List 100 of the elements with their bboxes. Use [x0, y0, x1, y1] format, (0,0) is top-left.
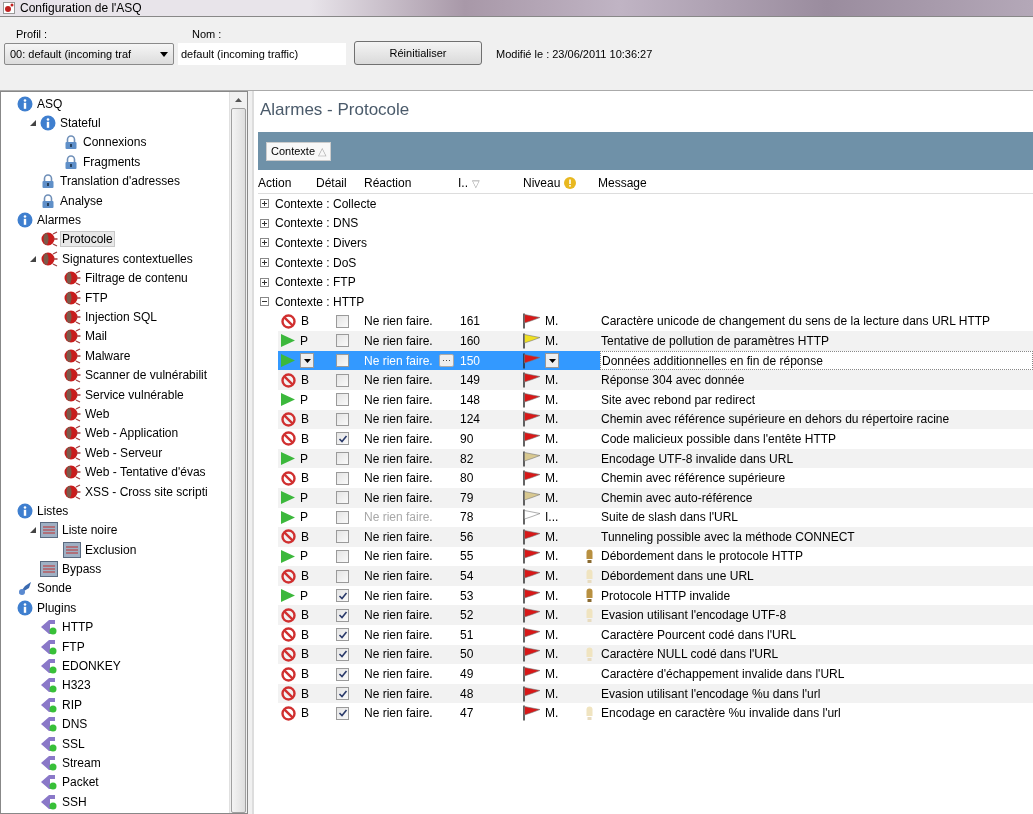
tree-item[interactable]: FTP — [83, 289, 110, 306]
column-header[interactable]: Détail — [316, 176, 347, 190]
tree-item[interactable]: Fragments — [81, 153, 143, 170]
expander-icon[interactable] — [260, 258, 269, 268]
detail-checkbox[interactable] — [336, 530, 349, 544]
tree-item[interactable]: Malware — [83, 347, 133, 364]
tree-item[interactable]: Mail — [83, 328, 109, 345]
detail-checkbox[interactable] — [336, 354, 349, 368]
table-row[interactable]: P Ne rien faire. 53 M. Protocole HTTP invalide — [278, 585, 1033, 606]
profile-dropdown[interactable]: 00: default (incoming traf — [4, 43, 174, 65]
tree-item[interactable]: Web - Serveur — [83, 444, 165, 461]
tree-item[interactable]: Signatures contextuelles — [60, 250, 195, 267]
tree-item[interactable]: Alarmes — [35, 212, 83, 229]
tree-item[interactable]: H323 — [60, 677, 93, 694]
table-row[interactable]: B Ne rien faire. 47 M. Encodage en caractère %u invalide dans l'url — [278, 703, 1033, 724]
tree-item[interactable]: Exclusion — [83, 541, 139, 558]
group-by-chip[interactable]: Contexte △ — [266, 141, 332, 161]
reset-button[interactable]: Réinitialiser — [354, 41, 482, 65]
scroll-thumb[interactable] — [231, 108, 246, 813]
action-dropdown[interactable] — [300, 353, 314, 369]
detail-checkbox[interactable] — [336, 608, 349, 622]
tree-item[interactable]: Connexions — [81, 134, 149, 151]
detail-checkbox[interactable] — [336, 647, 349, 661]
column-header[interactable]: I.. — [458, 176, 468, 190]
expanded-arrow-icon[interactable] — [30, 120, 36, 127]
column-header[interactable]: Action — [258, 176, 292, 190]
expanded-arrow-icon[interactable] — [30, 527, 36, 534]
name-field[interactable]: default (incoming traffic) — [178, 43, 346, 65]
tree-item[interactable]: Injection SQL — [83, 309, 160, 325]
tree-item[interactable]: XSS - Cross site scripti — [83, 483, 210, 500]
expander-icon[interactable] — [260, 297, 269, 307]
table-row[interactable]: P Ne rien faire. 148 M. Site avec rebond par redirect — [278, 389, 1033, 410]
expander-icon[interactable] — [260, 277, 269, 287]
tree-item[interactable]: Service vulnérable — [83, 386, 186, 403]
tree-item[interactable]: EDONKEY — [60, 658, 123, 674]
tree-item[interactable]: Analyse — [58, 192, 105, 209]
detail-checkbox[interactable] — [336, 412, 349, 426]
table-row[interactable]: B Ne rien faire. 161 M. Caractère unicode de changement du sens de la lecture dans URL HTTP — [278, 311, 1033, 332]
tree-item[interactable]: Stateful — [58, 115, 103, 132]
tree-item[interactable]: Bypass — [60, 561, 104, 578]
edit-button[interactable]: ··· — [439, 354, 454, 368]
tree-item[interactable]: Plugins — [35, 599, 79, 616]
table-row[interactable]: B Ne rien faire. 80 M. Chemin avec référence supérieure — [278, 468, 1033, 488]
expander-icon[interactable] — [260, 238, 269, 248]
table-row[interactable]: P Ne rien faire. 55 M. Débordement dans le protocole HTTP — [278, 546, 1033, 567]
column-header[interactable]: Réaction — [364, 176, 412, 190]
tree-item[interactable]: DNS — [60, 716, 90, 733]
table-row[interactable]: B Ne rien faire. 50 M. Caractère NULL codé dans l'URL — [278, 644, 1033, 665]
detail-checkbox[interactable] — [336, 589, 349, 603]
table-row[interactable]: B Ne rien faire. 51 M. Caractère Pourcent codé dans l'URL — [278, 625, 1033, 645]
expander-icon[interactable] — [260, 199, 269, 209]
scroll-up-icon[interactable] — [235, 98, 242, 102]
detail-checkbox[interactable] — [336, 667, 349, 681]
column-header[interactable]: Niveau — [523, 176, 561, 190]
tree-item[interactable]: Filtrage de contenu — [83, 270, 190, 287]
detail-checkbox[interactable] — [336, 569, 349, 583]
scrollbar[interactable] — [229, 92, 247, 813]
table-row[interactable]: B Ne rien faire. 49 M. Caractère d'échappement invalide dans l'URL — [278, 664, 1033, 684]
expander-icon[interactable] — [260, 218, 269, 228]
detail-checkbox[interactable] — [336, 628, 349, 642]
tree-item[interactable]: SSH — [60, 793, 89, 810]
detail-checkbox[interactable] — [336, 491, 349, 505]
table-row[interactable]: B Ne rien faire. 56 M. Tunneling possible avec la méthode CONNECT — [278, 527, 1033, 547]
table-row[interactable]: B Ne rien faire. 149 M. Réponse 304 avec donnée — [278, 370, 1033, 390]
tree-item[interactable]: Sonde — [35, 580, 74, 597]
table-row[interactable]: P Ne rien faire. 79 M. Chemin avec auto-référence — [278, 487, 1033, 508]
table-row[interactable]: B Ne rien faire. 54 M. Débordement dans une URL — [278, 566, 1033, 586]
tree-item[interactable]: Web - Application — [83, 425, 181, 442]
detail-checkbox[interactable] — [336, 452, 349, 465]
tree-item[interactable]: Scanner de vulnérabilit — [83, 367, 210, 384]
tree-item[interactable]: Liste noire — [60, 522, 120, 539]
detail-checkbox[interactable] — [336, 373, 349, 387]
tree-item[interactable]: Translation d'adresses — [58, 173, 182, 190]
table-row[interactable]: B Ne rien faire. 124 M. Chemin avec référence supérieure en dehors du répertoire racine — [278, 409, 1033, 430]
table-row[interactable]: B Ne rien faire. 52 M. Evasion utilisant l'encodage UTF-8 — [278, 605, 1033, 626]
tree-item[interactable]: Listes — [35, 502, 71, 519]
tree-item[interactable]: ASQ — [35, 95, 65, 112]
detail-checkbox[interactable] — [336, 550, 349, 563]
detail-checkbox[interactable] — [336, 393, 349, 407]
detail-checkbox[interactable] — [336, 314, 349, 328]
detail-checkbox[interactable] — [336, 432, 349, 446]
tree-item[interactable]: FTP — [60, 638, 87, 655]
tree-item[interactable]: Packet — [60, 774, 101, 791]
column-header[interactable]: Message — [598, 176, 647, 190]
table-row[interactable]: P Ne rien faire. 82 M. Encodage UTF-8 invalide dans URL — [278, 448, 1033, 469]
detail-checkbox[interactable] — [336, 471, 349, 485]
detail-checkbox[interactable] — [336, 706, 349, 720]
table-row[interactable]: B Ne rien faire. 90 M. Code malicieux possible dans l'entête HTTP — [278, 429, 1033, 449]
table-row[interactable]: B Ne rien faire. 48 M. Evasion utilisant l'encodage %u dans l'url — [278, 683, 1033, 704]
level-dropdown[interactable] — [545, 353, 559, 369]
tree-item[interactable]: SSL — [60, 735, 87, 752]
expanded-arrow-icon[interactable] — [30, 255, 36, 262]
detail-checkbox[interactable] — [336, 334, 349, 348]
table-row[interactable]: P Ne rien faire. 160 M. Tentative de pollution de paramètres HTTP — [278, 331, 1033, 351]
tree-item[interactable]: HTTP — [60, 619, 96, 636]
tree-item[interactable]: Protocole — [60, 231, 115, 248]
tree-item[interactable]: Stream — [60, 754, 103, 771]
tree-item[interactable]: Web - Tentative d'évas — [83, 464, 208, 481]
tree-item[interactable]: Web — [83, 405, 112, 422]
detail-checkbox[interactable] — [336, 687, 349, 701]
